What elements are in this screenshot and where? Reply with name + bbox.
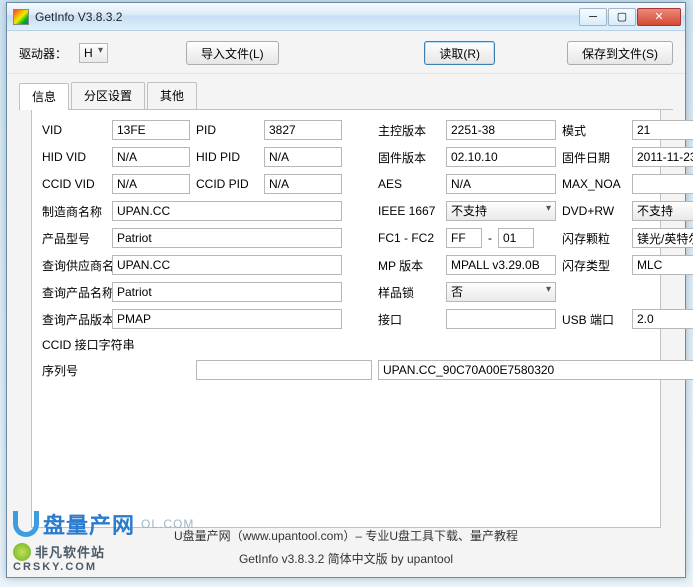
ccidvid-field[interactable] (112, 174, 190, 194)
fc-sep: - (486, 231, 494, 245)
tabstrip: 信息 分区设置 其他 (19, 82, 673, 110)
qvendor-field[interactable] (112, 255, 342, 275)
import-button[interactable]: 导入文件(L) (186, 41, 279, 65)
ccidpid-label: CCID PID (196, 177, 258, 191)
mpver-label: MP 版本 (378, 257, 440, 274)
sample-label: 样品锁 (378, 284, 440, 301)
tab-other[interactable]: 其他 (147, 82, 197, 109)
tab-partition[interactable]: 分区设置 (71, 82, 145, 109)
drive-label: 驱动器： (19, 45, 67, 62)
footer: U盘量产网（www.upantool.com）– 专业U盘工具下载、量产教程 G… (7, 525, 685, 571)
close-button[interactable]: ✕ (637, 8, 681, 26)
info-panel: VID PID 主控版本 模式 HID VID HID PID 固件版本 固件日… (31, 110, 661, 528)
qver-label: 查询产品版本 (42, 311, 106, 328)
tab-info[interactable]: 信息 (19, 83, 69, 110)
qvendor-label: 查询供应商名称 (42, 257, 106, 274)
flashp-label: 闪存颗粒 (562, 230, 626, 247)
fwver-field[interactable] (446, 147, 556, 167)
footer-line2: GetInfo v3.8.3.2 简体中文版 by upantool (7, 548, 685, 571)
pid-label: PID (196, 123, 258, 137)
ieee-label: IEEE 1667 (378, 204, 440, 218)
mcver-field[interactable] (446, 120, 556, 140)
iface-label: 接口 (378, 311, 440, 328)
app-icon (13, 9, 29, 25)
titlebar: GetInfo V3.8.3.2 ─ ▢ ✕ (7, 3, 685, 31)
serial-left-field[interactable] (196, 360, 372, 380)
qprod-label: 查询产品名称 (42, 284, 106, 301)
mfg-label: 制造商名称 (42, 203, 106, 220)
maxnoa-label: MAX_NOA (562, 177, 626, 191)
qver-field[interactable] (112, 309, 342, 329)
aes-field[interactable] (446, 174, 556, 194)
fwdate-label: 固件日期 (562, 149, 626, 166)
prod-label: 产品型号 (42, 230, 106, 247)
serial-label: 序列号 (42, 362, 106, 379)
hidvid-label: HID VID (42, 150, 106, 164)
read-button[interactable]: 读取(R) (424, 41, 495, 65)
usb-field[interactable] (632, 309, 693, 329)
maxnoa-field[interactable] (632, 174, 693, 194)
ccidpid-field[interactable] (264, 174, 342, 194)
save-button[interactable]: 保存到文件(S) (567, 41, 673, 65)
fc-label: FC1 - FC2 (378, 231, 440, 245)
fc1-field[interactable] (446, 228, 482, 248)
fwdate-field[interactable] (632, 147, 693, 167)
flashp-field[interactable] (632, 228, 693, 248)
maximize-button[interactable]: ▢ (608, 8, 636, 26)
flasht-field[interactable] (632, 255, 693, 275)
dvdrw-label: DVD+RW (562, 204, 626, 218)
pid-field[interactable] (264, 120, 342, 140)
dvdrw-select[interactable]: 不支持 (632, 201, 693, 221)
vid-field[interactable] (112, 120, 190, 140)
qprod-field[interactable] (112, 282, 342, 302)
minimize-button[interactable]: ─ (579, 8, 607, 26)
sample-select[interactable]: 否 (446, 282, 556, 302)
fc2-field[interactable] (498, 228, 534, 248)
ieee-select[interactable]: 不支持 (446, 201, 556, 221)
aes-label: AES (378, 177, 440, 191)
drive-select[interactable]: H (79, 43, 108, 63)
mcver-label: 主控版本 (378, 122, 440, 139)
tabs: 信息 分区设置 其他 VID PID 主控版本 模式 HID VID HID P… (7, 74, 685, 528)
flasht-label: 闪存类型 (562, 257, 626, 274)
mode-field[interactable] (632, 120, 693, 140)
hidpid-label: HID PID (196, 150, 258, 164)
drive-select-wrap: H (79, 43, 108, 63)
mpver-field[interactable] (446, 255, 556, 275)
footer-line1: U盘量产网（www.upantool.com）– 专业U盘工具下载、量产教程 (7, 525, 685, 548)
mfg-field[interactable] (112, 201, 342, 221)
app-window: GetInfo V3.8.3.2 ─ ▢ ✕ 驱动器： H 导入文件(L) 读取… (6, 2, 686, 578)
usb-label: USB 端口 (562, 311, 626, 328)
mode-label: 模式 (562, 122, 626, 139)
prod-field[interactable] (112, 228, 342, 248)
ccidvid-label: CCID VID (42, 177, 106, 191)
hidvid-field[interactable] (112, 147, 190, 167)
fc-pair: - (446, 228, 556, 248)
vid-label: VID (42, 123, 106, 137)
window-title: GetInfo V3.8.3.2 (35, 10, 579, 24)
window-buttons: ─ ▢ ✕ (579, 8, 681, 26)
ccidstr-label: CCID 接口字符串 (42, 336, 106, 353)
hidpid-field[interactable] (264, 147, 342, 167)
fwver-label: 固件版本 (378, 149, 440, 166)
field-grid: VID PID 主控版本 模式 HID VID HID PID 固件版本 固件日… (42, 120, 650, 380)
serial-right-field[interactable] (378, 360, 693, 380)
iface-field[interactable] (446, 309, 556, 329)
toolbar: 驱动器： H 导入文件(L) 读取(R) 保存到文件(S) (7, 31, 685, 74)
